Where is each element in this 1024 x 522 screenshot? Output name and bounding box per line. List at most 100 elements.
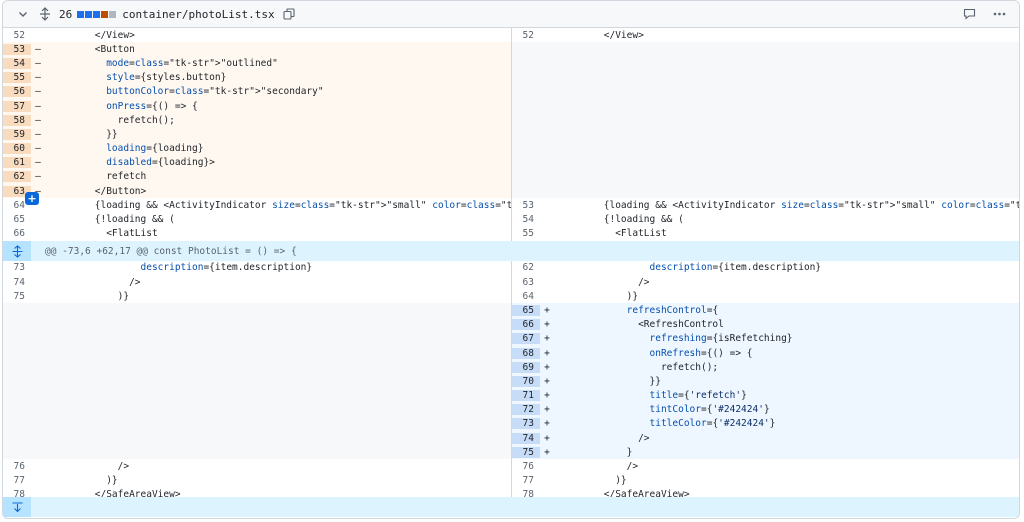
diff-sign: – [35, 143, 41, 155]
diff-sign: + [544, 418, 550, 430]
unfold-icon[interactable] [37, 6, 53, 22]
code-text: )} [49, 475, 118, 487]
diff-line: 75 )} [3, 289, 511, 303]
diff-line: 58– refetch(); [3, 113, 511, 128]
line-number[interactable]: 75 [512, 446, 540, 458]
diff-empty-row [512, 184, 1019, 199]
line-number[interactable]: 75 [3, 291, 31, 302]
code-text: /> [558, 432, 650, 444]
line-number[interactable]: 76 [512, 461, 540, 472]
diff-sign: – [35, 128, 41, 140]
diff-empty-row [3, 345, 511, 361]
line-number[interactable]: 71 [512, 390, 540, 402]
code-text: }} [558, 375, 661, 387]
diff-line: 77 )} [512, 474, 1019, 488]
line-number[interactable]: 58 [3, 114, 31, 126]
chevron-down-icon[interactable] [15, 6, 31, 22]
line-number[interactable]: 67 [512, 333, 540, 345]
line-number[interactable]: 70 [512, 375, 540, 387]
line-number[interactable]: 77 [512, 475, 540, 486]
code-text: {!loading && ( [558, 214, 684, 226]
line-number[interactable]: 76 [3, 461, 31, 472]
line-number[interactable]: 74 [512, 432, 540, 444]
line-number[interactable]: 63 [512, 277, 540, 288]
diff-line: 70 + }} [512, 374, 1019, 389]
line-number[interactable]: 55 [512, 228, 540, 239]
diff-line: 57– onPress={() => { [3, 98, 511, 114]
code-text: <RefreshControl [558, 319, 724, 331]
diff-line: 63– </Button> [3, 184, 511, 199]
diff-line: 53– <Button [3, 42, 511, 57]
diff-line: 76 /> [512, 459, 1019, 473]
line-number[interactable]: 57 [3, 100, 31, 112]
line-number[interactable]: 68 [512, 347, 540, 359]
line-number[interactable]: 64 [512, 291, 540, 302]
copy-icon[interactable] [281, 6, 297, 22]
line-number[interactable]: 54 [512, 214, 540, 225]
diffstat-block [109, 10, 117, 18]
code-text: tintColor={'#242424'} [649, 404, 770, 416]
code-text: refetch [49, 171, 147, 183]
diff-line: 73 + titleColor={'#242424'} [512, 416, 1019, 432]
line-number[interactable]: 74 [3, 277, 31, 288]
file-path[interactable]: container/photoList.tsx [122, 8, 274, 21]
line-number[interactable]: 53 [512, 200, 540, 211]
code-text: <FlatList [49, 228, 158, 240]
code-text: {loading && <ActivityIndicator size=clas… [558, 199, 1019, 211]
diffstat-block [101, 10, 109, 18]
diff-line: 60– loading={loading} [3, 141, 511, 156]
diff-line: 67 + refreshing={isRefetching} [512, 331, 1019, 346]
code-text: <Button [49, 43, 135, 55]
diff-line: 54– mode=class="tk-str">"outlined" [3, 56, 511, 71]
kebab-horizontal-icon[interactable] [991, 6, 1007, 22]
diff-empty-row [3, 360, 511, 375]
bottom-expand-row [3, 497, 1019, 517]
diff-line: 66 <FlatList [3, 227, 511, 241]
expand-down-button[interactable] [3, 497, 31, 517]
diff-line: 59– }} [3, 127, 511, 142]
diff-sign: – [35, 72, 41, 84]
diff-empty-row [512, 84, 1019, 99]
diff-line: 55– style={styles.button} [3, 70, 511, 85]
line-number[interactable]: 73 [512, 418, 540, 430]
line-number[interactable]: 54 [3, 57, 31, 69]
line-number[interactable]: 61 [3, 157, 31, 169]
line-number[interactable]: 62 [3, 171, 31, 183]
line-number[interactable]: 65 [512, 304, 540, 316]
diff-line: 77 )} [3, 474, 511, 488]
diff-line: 72 + tintColor={'#242424'} [512, 402, 1019, 417]
line-number[interactable]: 55 [3, 72, 31, 84]
diff-sign: + [544, 390, 550, 402]
diff-line: 71 + title={'refetch'} [512, 388, 1019, 403]
line-number[interactable]: 53 [3, 43, 31, 55]
line-number[interactable]: 59 [3, 128, 31, 140]
line-number[interactable]: 66 [3, 228, 31, 239]
line-number[interactable]: 52 [3, 30, 31, 41]
line-number[interactable]: 52 [512, 30, 540, 41]
line-number[interactable]: 60 [3, 143, 31, 155]
diff-line: 55 <FlatList [512, 227, 1019, 241]
comment-icon[interactable] [961, 6, 977, 22]
line-number[interactable]: 72 [512, 404, 540, 416]
diff-empty-row [512, 127, 1019, 142]
line-number[interactable]: 73 [3, 262, 31, 273]
diff-line: 69 + refetch(); [512, 360, 1019, 375]
diff-line: 73 description={item.description} [3, 261, 511, 275]
diff-sign: + [544, 319, 550, 331]
add-comment-button[interactable]: + [25, 192, 39, 205]
left-pane: 52 </View> 53– <Button 54– mode=class="tk-… [3, 28, 512, 517]
diff-sign: + [544, 304, 550, 316]
diff-line: 74 + /> [512, 431, 1019, 446]
line-number[interactable]: 69 [512, 361, 540, 373]
line-number[interactable]: 77 [3, 475, 31, 486]
code-text: </View> [558, 29, 644, 41]
diff-line: 56– buttonColor=class="tk-str">"secondar… [3, 84, 511, 99]
line-number[interactable]: 56 [3, 86, 31, 98]
line-number[interactable]: 65 [3, 214, 31, 225]
code-text: <FlatList [558, 228, 667, 240]
diff-line: 62– refetch [3, 169, 511, 185]
line-number[interactable]: 62 [512, 262, 540, 273]
line-number[interactable]: 66 [512, 319, 540, 331]
expand-context-button[interactable] [3, 241, 31, 261]
diffstat-bar [77, 10, 117, 18]
